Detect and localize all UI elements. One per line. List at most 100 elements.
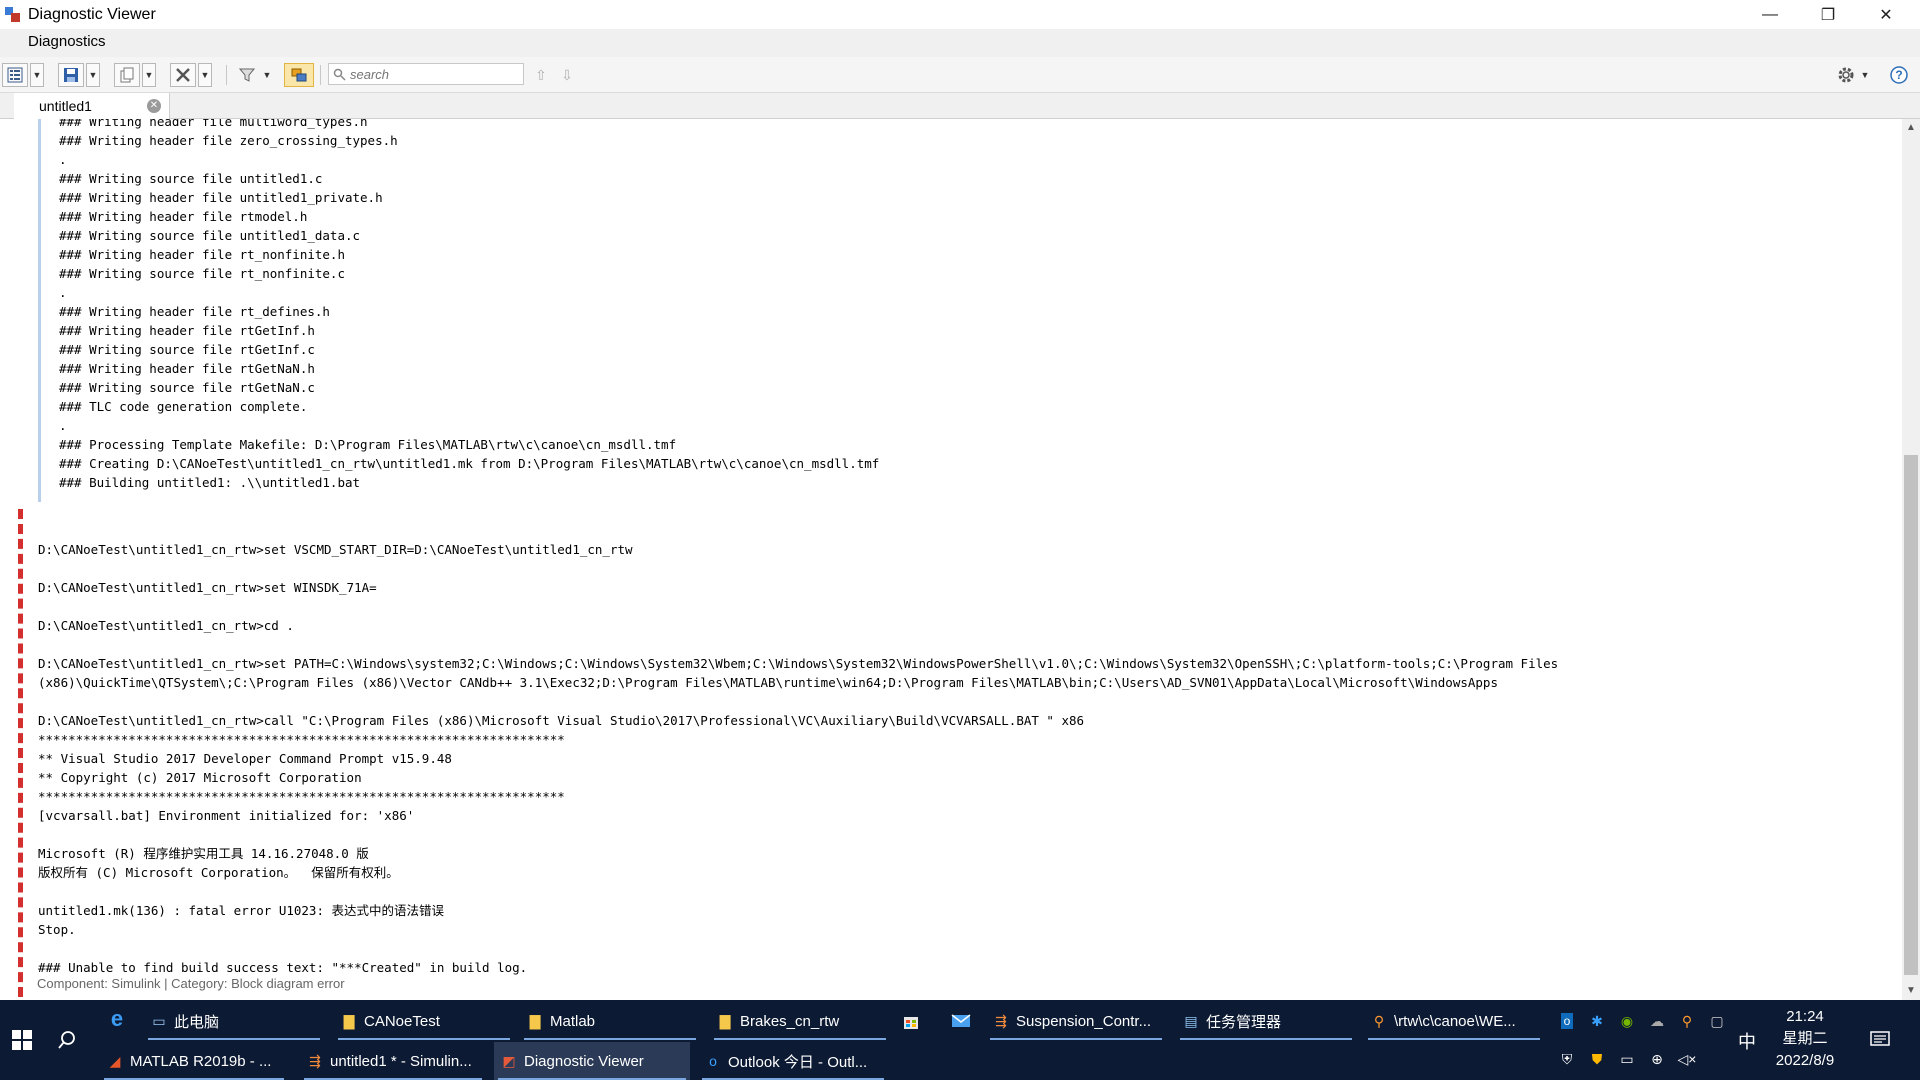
- close-tab-icon[interactable]: ✕: [147, 99, 161, 113]
- next-result-button[interactable]: ⇩: [558, 63, 576, 87]
- app-icon: [4, 6, 22, 24]
- error-log-line: 版权所有 (C) Microsoft Corporation。 保留所有权利。: [38, 865, 399, 880]
- group-messages-toggle[interactable]: [284, 63, 314, 87]
- vertical-scrollbar[interactable]: ▲ ▼: [1902, 119, 1920, 1000]
- bluetooth-icon[interactable]: ✱: [1586, 1008, 1608, 1034]
- start-button[interactable]: [0, 1020, 44, 1060]
- edge-icon[interactable]: e: [104, 1004, 130, 1034]
- info-log-line: ### Writing header file multiword_types.…: [59, 119, 368, 129]
- chevron-down-icon: ▼: [200, 70, 210, 80]
- outlook-tray-icon[interactable]: o: [1556, 1008, 1578, 1034]
- error-log-line: [38, 882, 1558, 901]
- close-button[interactable]: ✕: [1858, 0, 1914, 29]
- copy-dropdown[interactable]: ▼: [142, 63, 156, 87]
- simulink-icon: ⇶: [995, 1012, 1007, 1029]
- mail-icon[interactable]: [946, 1006, 976, 1036]
- clear-dropdown[interactable]: ▼: [198, 63, 212, 87]
- info-log-line: ### Writing header file rt_defines.h: [59, 304, 330, 319]
- taskbar-button[interactable]: o Outlook 今日 - Outl...: [698, 1042, 888, 1080]
- arrow-up-icon: ⇧: [535, 66, 547, 83]
- grid-list-icon: [7, 67, 23, 83]
- arrow-down-icon: ⇩: [561, 66, 573, 83]
- taskbar-button-label: Diagnostic Viewer: [524, 1052, 644, 1070]
- info-log-line: ### Creating D:\CANoeTest\untitled1_cn_r…: [59, 456, 880, 471]
- component-category-line: Component: Simulink | Category: Block di…: [37, 976, 345, 991]
- settings-dropdown[interactable]: ▼: [1858, 63, 1872, 87]
- taskbar-search-button[interactable]: [50, 1020, 84, 1060]
- window-title: Diagnostic Viewer: [28, 5, 156, 23]
- error-log-line: ****************************************…: [38, 732, 565, 747]
- error-log-line: [38, 825, 1558, 844]
- taskbar-button[interactable]: ◢ MATLAB R2019b - ...: [100, 1042, 288, 1080]
- taskbar-button[interactable]: ▭ 此电脑: [144, 1002, 324, 1040]
- error-log-line: D:\CANoeTest\untitled1_cn_rtw>cd .: [38, 618, 294, 633]
- restore-button[interactable]: ❐: [1800, 0, 1856, 29]
- error-log-line: ** Visual Studio 2017 Developer Command …: [38, 751, 452, 766]
- chevron-down-icon: ▼: [1860, 70, 1870, 80]
- nvidia-icon[interactable]: ◉: [1616, 1008, 1638, 1034]
- info-log-text: ### Writing header file multiword_types.…: [59, 119, 879, 492]
- security-icon[interactable]: ⛊: [1586, 1046, 1608, 1072]
- taskbar-button[interactable]: ▇ Matlab: [520, 1002, 700, 1040]
- taskbar-button[interactable]: ◩ Diagnostic Viewer: [494, 1042, 690, 1080]
- save-button[interactable]: [58, 63, 84, 87]
- scroll-up-icon[interactable]: ▲: [1902, 119, 1920, 137]
- store-icon[interactable]: [896, 1006, 926, 1036]
- running-indicator: [1180, 1038, 1352, 1040]
- scrollbar-thumb[interactable]: [1904, 455, 1918, 975]
- minimize-button[interactable]: —: [1742, 0, 1798, 29]
- taskbar-button[interactable]: ⇶ untitled1 * - Simulin...: [300, 1042, 486, 1080]
- error-log-line: Microsoft (R) 程序维护实用工具 14.16.27048.0 版: [38, 846, 369, 861]
- taskbar-button[interactable]: ▇ CANoeTest: [334, 1002, 514, 1040]
- search-box[interactable]: [328, 63, 524, 85]
- info-log-line: ### Writing header file rtGetNaN.h: [59, 361, 315, 376]
- ime-indicator[interactable]: 中: [1732, 1026, 1762, 1056]
- task-manager-icon: ▤: [1184, 1012, 1198, 1029]
- diagnostic-viewer-window: Diagnostic Viewer — ❐ ✕ Diagnostics ▼ ▼ …: [0, 0, 1920, 1000]
- view-mode-button[interactable]: [2, 63, 28, 87]
- running-indicator: [524, 1038, 696, 1040]
- action-center-icon: [1870, 1031, 1890, 1046]
- search-input[interactable]: [350, 66, 520, 82]
- title-bar: Diagnostic Viewer — ❐ ✕: [0, 0, 1920, 29]
- help-button[interactable]: ?: [1888, 63, 1910, 87]
- info-log-line: ### Writing source file rtGetNaN.c: [59, 380, 315, 395]
- search-tool-tray-icon[interactable]: ⚲: [1676, 1008, 1698, 1034]
- taskbar-button-label: MATLAB R2019b - ...: [130, 1052, 272, 1070]
- system-clock[interactable]: 21:24 星期二 2022/8/9: [1760, 1006, 1850, 1072]
- toolbar-divider: [320, 65, 321, 85]
- folder-icon: ▇: [343, 1012, 355, 1029]
- volume-muted-icon[interactable]: ◁×: [1676, 1046, 1698, 1072]
- taskbar-button-label: 此电脑: [174, 1013, 220, 1031]
- windows-taskbar: e ▭ 此电脑 ▇ CANoeTest ▇ Matlab ▇ Brakes_cn_rtw ⇶ Su…: [0, 1000, 1920, 1080]
- info-log-line: ### Processing Template Makefile: D:\Pro…: [59, 437, 677, 452]
- taskbar-button[interactable]: ⚲ \rtw\c\canoe\WE...: [1364, 1002, 1544, 1040]
- taskbar-button[interactable]: ⇶ Suspension_Contr...: [986, 1002, 1166, 1040]
- svg-text:?: ?: [1895, 68, 1902, 82]
- notifications-button[interactable]: [1862, 1022, 1898, 1058]
- cloud-offline-icon[interactable]: ☁: [1646, 1008, 1668, 1034]
- taskbar-button[interactable]: ▇ Brakes_cn_rtw: [710, 1002, 890, 1040]
- network-icon[interactable]: ⊕: [1646, 1046, 1668, 1072]
- save-dropdown[interactable]: ▼: [86, 63, 100, 87]
- shield-icon[interactable]: ⛨: [1556, 1046, 1578, 1072]
- info-log-line: ### Writing header file rtmodel.h: [59, 209, 308, 224]
- clear-button[interactable]: [170, 63, 196, 87]
- info-log-line: ### Writing header file rtGetInf.h: [59, 323, 315, 338]
- settings-button[interactable]: [1836, 63, 1856, 87]
- scroll-down-icon[interactable]: ▼: [1902, 982, 1920, 1000]
- tray-app-icon[interactable]: ▢: [1706, 1008, 1728, 1034]
- copy-button[interactable]: [114, 63, 140, 87]
- battery-icon[interactable]: ▭: [1616, 1046, 1638, 1072]
- tab-untitled1[interactable]: untitled1 ✕: [14, 93, 170, 119]
- tab-diagnostics[interactable]: Diagnostics: [0, 29, 135, 57]
- taskbar-button[interactable]: ▤ 任务管理器: [1176, 1002, 1356, 1040]
- info-log-line: ### TLC code generation complete.: [59, 399, 308, 414]
- error-log-line: ### Unable to find build success text: "…: [38, 960, 528, 975]
- filter-dropdown[interactable]: ▼: [260, 63, 274, 87]
- error-log-line: [38, 559, 1558, 578]
- filter-button[interactable]: [236, 63, 258, 87]
- error-message: D:\CANoeTest\untitled1_cn_rtw>set VSCMD_…: [18, 509, 1878, 997]
- view-mode-dropdown[interactable]: ▼: [30, 63, 44, 87]
- previous-result-button[interactable]: ⇧: [532, 63, 550, 87]
